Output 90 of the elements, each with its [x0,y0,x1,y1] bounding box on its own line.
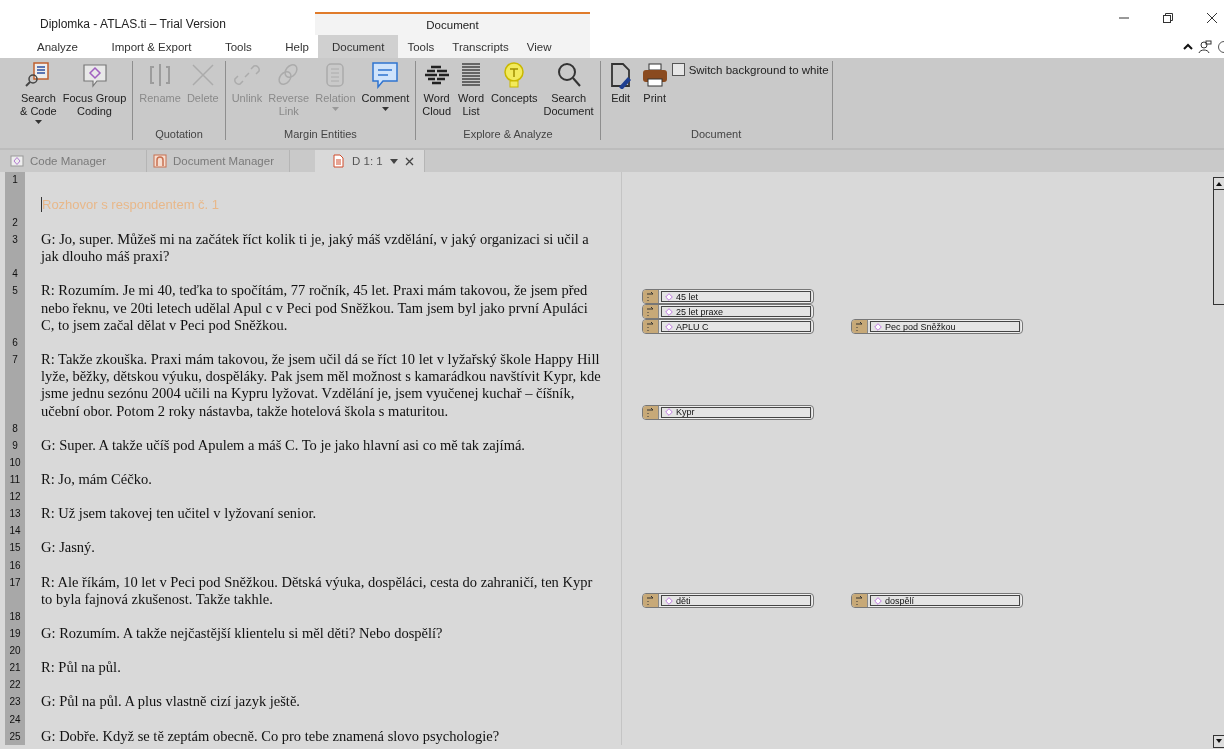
diamond-icon [665,408,673,417]
line-number: 13 [5,505,25,523]
line-number: 10 [5,454,25,472]
paragraph: G: Super. A takže učíš pod Apulem a máš C. To je jako hlavní asi co mě tak zajímá. [41,436,525,455]
menu-tab[interactable]: Tools [215,35,261,58]
caret-icon [381,107,389,111]
menu-tab[interactable]: Tools [398,35,444,58]
ribbon-button[interactable]: Word List [454,61,488,118]
paragraph: G: Jasný. [41,539,95,557]
code-tag[interactable]: APLU C [642,319,814,334]
line-number: 21 [5,659,25,677]
quotation-icon [646,595,655,607]
diamond-speech-icon [80,61,109,89]
group-label: Margin Entities [284,128,357,140]
line-number: 12 [5,488,25,506]
paragraph: G: Rozumím. A takže nejčastější klientelu si měl děti? Nebo dospělí? [41,625,443,643]
line-number: 15 [5,539,25,557]
menu-tab[interactable]: View [517,35,561,58]
ribbon-button[interactable]: Word Cloud [419,61,454,118]
ribbon-button[interactable]: Search Document [540,61,597,118]
line-number: 19 [5,625,25,643]
line-number: 4 [5,265,25,283]
menu-tab[interactable]: Analyze [28,35,87,58]
group-label: Document [691,128,742,140]
close-icon[interactable] [1206,12,1218,24]
paragraph: G: Půl na půl. A plus vlastně cizí jazyk ještě. [41,693,300,711]
code-tag[interactable]: Kypr [642,404,814,420]
editor-tab[interactable]: D 1: 1 [315,150,425,172]
line-number: 3 [5,231,25,266]
paragraph: R: Rozumím. Je mi 40, teďka to spočítám, 77 ročník, 45 let. Praxi mám takovou, že jsem před nebo řeknu, ve 20ti letech udělal Apul c v Peci pod Sněžkou. Tam jsem byl jako první Apuláci C, to jsem začal dělat v Peci pod Sněžkou. [41,282,589,334]
diamond-icon [874,322,882,331]
line-number: 5 [5,282,25,334]
paragraph: G: Jo, super. Můžeš mi na začátek říct kolik ti je, jaký máš vzdělání, v jaký organizaci si učil a jak dlouho máš praxi? [41,231,590,266]
ribbon-button[interactable]: Print [637,61,672,105]
quotation-icon [646,291,655,302]
menu-tab[interactable]: Transcripts [443,35,518,58]
caret-icon [331,107,339,111]
diamond-icon [10,154,24,168]
line-number: 11 [5,471,25,489]
line-number: 6 [5,334,25,351]
paragraph: R: Jo, mám Céčko. [41,471,152,489]
group-label: Quotation [155,128,203,140]
document-title: Rozhovor s respondentem č. 1 [42,196,220,212]
code-tag[interactable]: 25 let praxe [642,304,814,319]
diamond-icon [665,596,673,605]
paragraph: R: Už jsem takovej ten učitel v lyžovaní senior. [41,505,317,523]
quotation-icon [855,321,864,332]
line-number: 14 [5,522,25,540]
printer-icon [640,61,669,89]
quotation-icon [646,406,655,418]
paragraph: R: Půl na půl. [41,659,121,677]
restore-icon[interactable] [1162,12,1174,24]
help-icon[interactable] [1217,39,1224,54]
menu-tab[interactable]: Help [276,35,318,58]
line-number: 18 [5,608,25,626]
line-number: 2 [5,214,25,231]
context-tab-group-label: Document [426,18,479,31]
code-tag[interactable]: dospělí [851,593,1023,609]
line-number: 22 [5,676,25,694]
ribbon-button[interactable]: Concepts [488,61,541,105]
ribbon-button[interactable]: Focus Group Coding [59,61,130,118]
line-number: 20 [5,642,25,660]
quotation-icon [855,595,864,607]
person-icon[interactable] [1198,39,1212,54]
menu-tab[interactable]: Document [318,35,399,58]
line-number: 17 [5,573,25,609]
line-number: 1 [5,172,25,214]
window-title: Diplomka - ATLAS.ti – Trial Version [40,17,226,31]
code-tag[interactable]: 45 let [642,289,814,304]
quotation-icon [646,306,655,317]
quotation-icon [646,321,655,332]
paragraph: R: Takže zkouška. Praxi mám takovou, že jsem učil dá se říct 10 let v lyžařský škole Happy Hill lyže, běžky, dětskou výuku, dospěláky. Pak jsem měl možnost s kamarádkou navštívit Kypr, kde jsme jednu sezónu 2004 učili na Kypru lyžovat. Vzdělání je, jsem vyučenej kuchař – číšník, učební obor. Potom 2 roky nástavba, takže hotelová škola s maturitou. [41,351,602,420]
ribbon-button[interactable]: Comment [358,61,413,111]
comment-icon [371,61,400,89]
diamond-icon [874,596,882,605]
paragraph: G: Dobře. Když se tě zeptám obecně. Co pro tebe znamená slovo psychologie? [41,727,500,745]
line-number: 7 [5,351,25,420]
code-tag[interactable]: děti [642,593,814,609]
checkbox[interactable]: Switch background to white [671,63,829,76]
caret-icon [389,158,398,164]
code-tag[interactable]: Pec pod Sněžkou [851,319,1023,334]
ribbon-button[interactable]: Edit [603,61,638,105]
group-label: Explore & Analyze [463,128,553,140]
close-icon [404,156,414,166]
caret-icon [34,120,42,124]
ribbon-button[interactable]: Search & Code [17,61,60,124]
line-number: 23 [5,693,25,711]
collapse-ribbon-icon[interactable] [1183,42,1193,51]
paragraph: R: Ale říkám, 10 let v Peci pod Sněžkou. Dětská výuka, dospěláci, cesta do zahraničí, ten Kypr to byla fajnová zkušenost. Takže takhle. [41,573,594,609]
menu-tab[interactable]: Import & Export [102,35,201,58]
